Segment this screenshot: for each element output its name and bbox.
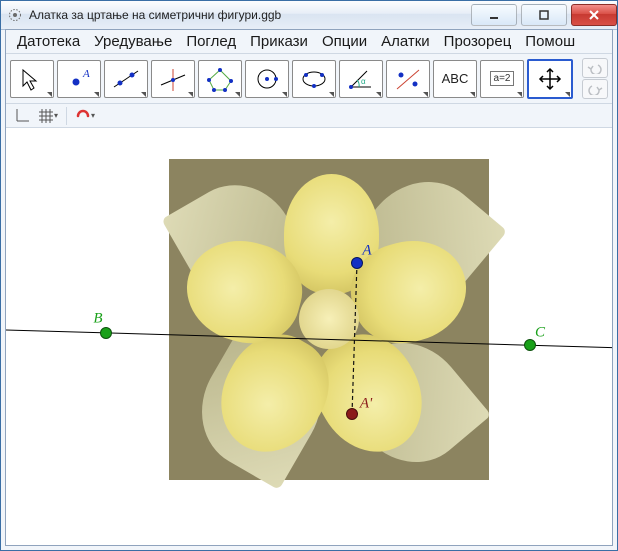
menu-edit[interactable]: Уредување (87, 30, 179, 53)
dropdown-icon (376, 92, 381, 97)
menu-label: Прикази (250, 33, 308, 50)
dropdown-icon (47, 92, 52, 97)
dropdown-icon (235, 92, 240, 97)
menu-perspectives[interactable]: Прикази (243, 30, 315, 53)
main-toolbar: A α ABC a=2 (6, 54, 612, 104)
dropdown-icon (94, 92, 99, 97)
grid-toggle[interactable]: ▾ (38, 106, 58, 126)
svg-text:α: α (361, 77, 366, 86)
menu-help[interactable]: Помош (518, 30, 582, 53)
menubar: Датотека Уредување Поглед Прикази Опции … (6, 30, 612, 54)
tool-label: a=2 (490, 71, 515, 86)
perpendicular-tool[interactable] (151, 60, 195, 98)
point-label-a: A (362, 243, 371, 260)
close-button[interactable] (571, 4, 617, 26)
point-label-b: B (93, 311, 102, 328)
angle-tool[interactable]: α (339, 60, 383, 98)
graphics-toolbar: ▾ ▾ (6, 104, 612, 128)
window-title: Алатка за цртање на симетрични фигури.gg… (29, 8, 467, 22)
separator (66, 107, 67, 125)
polygon-tool[interactable] (198, 60, 242, 98)
menu-view[interactable]: Поглед (179, 30, 243, 53)
slider-tool[interactable]: a=2 (480, 60, 524, 98)
titlebar: Алатка за цртање на симетрични фигури.gg… (1, 1, 617, 30)
move-view-tool[interactable] (527, 59, 573, 99)
menu-tools[interactable]: Алатки (374, 30, 437, 53)
menu-window[interactable]: Прозорец (437, 30, 519, 53)
line-tool[interactable] (104, 60, 148, 98)
menu-file[interactable]: Датотека (10, 30, 87, 53)
dropdown-icon (329, 92, 334, 97)
move-tool[interactable] (10, 60, 54, 98)
maximize-button[interactable] (521, 4, 567, 26)
menu-label: Помош (525, 33, 575, 50)
svg-text:A: A (82, 68, 90, 80)
chevron-down-icon: ▾ (91, 111, 95, 120)
minimize-button[interactable] (471, 4, 517, 26)
graphics-view[interactable]: A A' B C (6, 128, 612, 545)
text-tool[interactable]: ABC (433, 60, 477, 98)
chevron-down-icon: ▾ (54, 111, 58, 120)
dropdown-icon (282, 92, 287, 97)
redo-button[interactable] (582, 79, 608, 99)
point-a-prime[interactable] (346, 408, 358, 420)
dropdown-icon (141, 92, 146, 97)
menu-label: Поглед (186, 33, 236, 50)
background-image (169, 159, 489, 480)
dropdown-icon (470, 92, 475, 97)
point-label-c: C (535, 325, 545, 342)
menu-label: Датотека (17, 33, 80, 50)
dropdown-icon (188, 92, 193, 97)
axes-toggle[interactable] (12, 106, 32, 126)
point-a[interactable] (351, 257, 363, 269)
undo-button[interactable] (582, 58, 608, 78)
menu-label: Прозорец (444, 33, 512, 50)
tool-label: ABC (442, 71, 469, 86)
circle-tool[interactable] (245, 60, 289, 98)
menu-options[interactable]: Опции (315, 30, 374, 53)
dropdown-icon (517, 92, 522, 97)
point-b[interactable] (100, 327, 112, 339)
point-capture-toggle[interactable]: ▾ (75, 106, 95, 126)
point-tool[interactable]: A (57, 60, 101, 98)
menu-label: Алатки (381, 33, 430, 50)
dropdown-icon (423, 92, 428, 97)
reflect-tool[interactable] (386, 60, 430, 98)
menu-label: Опции (322, 33, 367, 50)
window-controls (467, 4, 617, 26)
dropdown-icon (565, 92, 570, 97)
point-label-a-prime: A' (360, 396, 372, 413)
app-icon (7, 7, 23, 23)
conic-tool[interactable] (292, 60, 336, 98)
menu-label: Уредување (94, 33, 172, 50)
history-controls (582, 58, 608, 99)
